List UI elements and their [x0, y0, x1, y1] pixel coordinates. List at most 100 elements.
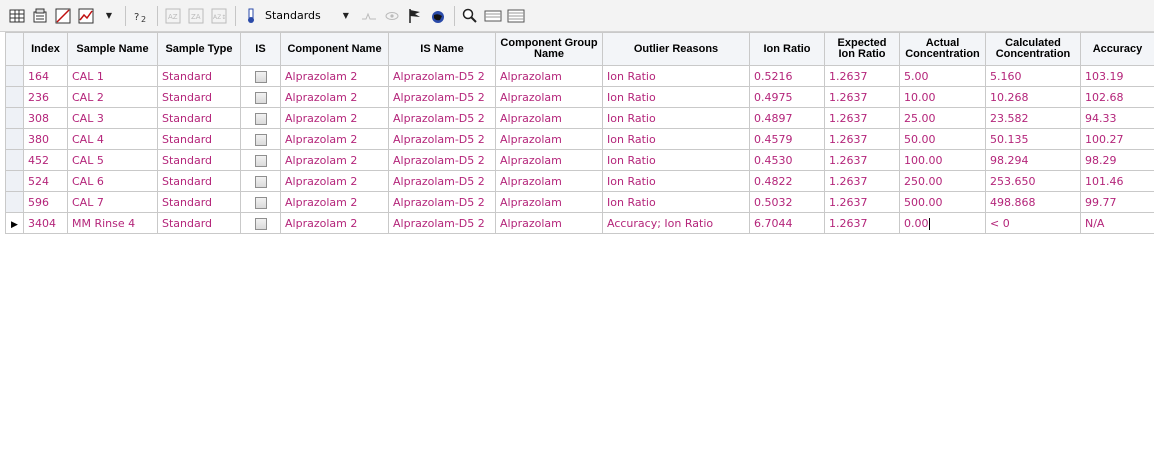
- cell-expected-ion-ratio[interactable]: 1.2637: [824, 86, 900, 108]
- table-row[interactable]: 308 CAL 3 Standard Alprazolam 2 Alprazolam-D…: [5, 107, 1154, 129]
- cell-component-group[interactable]: Alprazolam: [495, 128, 603, 150]
- is-checkbox[interactable]: [254, 196, 267, 209]
- table-row[interactable]: 164 CAL 1 Standard Alprazolam 2 Alprazolam-D…: [5, 65, 1154, 87]
- cell-sample-type[interactable]: Standard: [157, 86, 241, 108]
- cell-component-group[interactable]: Alprazolam: [495, 212, 603, 234]
- za-sort-icon[interactable]: ZA: [185, 5, 207, 27]
- cell-index[interactable]: 452: [23, 149, 68, 171]
- cell-component-name[interactable]: Alprazolam 2: [280, 212, 389, 234]
- cell-is[interactable]: [240, 107, 281, 129]
- column-header-is-name[interactable]: IS Name: [388, 32, 496, 66]
- cell-is-name[interactable]: Alprazolam-D5 2: [388, 86, 496, 108]
- cell-outlier-reasons[interactable]: Ion Ratio: [602, 128, 750, 150]
- is-checkbox[interactable]: [254, 133, 267, 146]
- is-checkbox[interactable]: [254, 175, 267, 188]
- cell-sample-name[interactable]: CAL 4: [67, 128, 158, 150]
- cell-is-name[interactable]: Alprazolam-D5 2: [388, 128, 496, 150]
- is-checkbox[interactable]: [254, 91, 267, 104]
- column-header-accuracy[interactable]: Accuracy: [1080, 32, 1154, 66]
- flask-icon[interactable]: [240, 5, 262, 27]
- cell-is[interactable]: [240, 191, 281, 213]
- cell-component-name[interactable]: Alprazolam 2: [280, 191, 389, 213]
- cell-component-group[interactable]: Alprazolam: [495, 107, 603, 129]
- column-header-expected-ion-ratio[interactable]: Expected Ion Ratio: [824, 32, 900, 66]
- cell-component-group[interactable]: Alprazolam: [495, 170, 603, 192]
- cell-sample-type[interactable]: Standard: [157, 212, 241, 234]
- cell-sample-name[interactable]: CAL 6: [67, 170, 158, 192]
- cell-ion-ratio[interactable]: 6.7044: [749, 212, 825, 234]
- cell-index[interactable]: 236: [23, 86, 68, 108]
- cell-accuracy[interactable]: 94.33: [1080, 107, 1154, 129]
- cell-sample-type[interactable]: Standard: [157, 107, 241, 129]
- cell-accuracy[interactable]: 102.68: [1080, 86, 1154, 108]
- cell-outlier-reasons[interactable]: Ion Ratio: [602, 191, 750, 213]
- cell-index[interactable]: 308: [23, 107, 68, 129]
- cell-calculated-concentration[interactable]: 5.160: [985, 65, 1081, 87]
- cell-accuracy[interactable]: 103.19: [1080, 65, 1154, 87]
- is-checkbox[interactable]: [254, 112, 267, 125]
- cell-is[interactable]: [240, 149, 281, 171]
- list-view-icon[interactable]: [505, 5, 527, 27]
- column-header-is[interactable]: IS: [240, 32, 281, 66]
- row-selector[interactable]: [5, 149, 24, 171]
- cell-sample-name[interactable]: CAL 3: [67, 107, 158, 129]
- calculator-icon[interactable]: [29, 5, 51, 27]
- is-checkbox[interactable]: [254, 154, 267, 167]
- cell-component-name[interactable]: Alprazolam 2: [280, 86, 389, 108]
- cell-actual-concentration[interactable]: 10.00: [899, 86, 986, 108]
- cell-calculated-concentration[interactable]: 50.135: [985, 128, 1081, 150]
- cell-is[interactable]: [240, 86, 281, 108]
- cell-component-name[interactable]: Alprazolam 2: [280, 65, 389, 87]
- cell-index[interactable]: 380: [23, 128, 68, 150]
- cell-actual-concentration[interactable]: 250.00: [899, 170, 986, 192]
- cell-calculated-concentration[interactable]: 253.650: [985, 170, 1081, 192]
- cell-is[interactable]: [240, 128, 281, 150]
- row-selector[interactable]: [5, 128, 24, 150]
- table-row[interactable]: ▶ 3404 MM Rinse 4 Standard Alprazolam 2 Alpra…: [5, 212, 1154, 234]
- cell-component-group[interactable]: Alprazolam: [495, 149, 603, 171]
- cell-outlier-reasons[interactable]: Ion Ratio: [602, 170, 750, 192]
- cell-component-group[interactable]: Alprazolam: [495, 191, 603, 213]
- cell-sample-type[interactable]: Standard: [157, 128, 241, 150]
- cell-accuracy[interactable]: 100.27: [1080, 128, 1154, 150]
- cell-expected-ion-ratio[interactable]: 1.2637: [824, 149, 900, 171]
- is-checkbox[interactable]: [254, 217, 267, 230]
- cell-actual-concentration[interactable]: 100.00: [899, 149, 986, 171]
- cell-index[interactable]: 164: [23, 65, 68, 87]
- cell-expected-ion-ratio[interactable]: 1.2637: [824, 128, 900, 150]
- cell-outlier-reasons[interactable]: Ion Ratio: [602, 149, 750, 171]
- cell-calculated-concentration[interactable]: < 0: [985, 212, 1081, 234]
- column-header-ion-ratio[interactable]: Ion Ratio: [749, 32, 825, 66]
- cell-expected-ion-ratio[interactable]: 1.2637: [824, 191, 900, 213]
- cell-is-name[interactable]: Alprazolam-D5 2: [388, 191, 496, 213]
- cell-ion-ratio[interactable]: 0.4897: [749, 107, 825, 129]
- cell-sample-type[interactable]: Standard: [157, 149, 241, 171]
- row-selector[interactable]: [5, 65, 24, 87]
- cell-is[interactable]: [240, 65, 281, 87]
- formula-icon[interactable]: ? 2: [130, 5, 152, 27]
- row-selector[interactable]: [5, 107, 24, 129]
- cell-sample-name[interactable]: CAL 7: [67, 191, 158, 213]
- zoom-icon[interactable]: [459, 5, 481, 27]
- row-selector[interactable]: [5, 86, 24, 108]
- cell-calculated-concentration[interactable]: 98.294: [985, 149, 1081, 171]
- cell-sample-name[interactable]: MM Rinse 4: [67, 212, 158, 234]
- cell-sample-name[interactable]: CAL 2: [67, 86, 158, 108]
- cell-ion-ratio[interactable]: 0.5216: [749, 65, 825, 87]
- cell-outlier-reasons[interactable]: Accuracy; Ion Ratio: [602, 212, 750, 234]
- cell-is[interactable]: [240, 212, 281, 234]
- cell-actual-concentration[interactable]: 500.00: [899, 191, 986, 213]
- eye-icon[interactable]: [381, 5, 403, 27]
- column-header-index[interactable]: Index: [23, 32, 68, 66]
- cell-component-group[interactable]: Alprazolam: [495, 65, 603, 87]
- cell-component-name[interactable]: Alprazolam 2: [280, 149, 389, 171]
- cell-expected-ion-ratio[interactable]: 1.2637: [824, 65, 900, 87]
- cell-index[interactable]: 524: [23, 170, 68, 192]
- cell-component-name[interactable]: Alprazolam 2: [280, 107, 389, 129]
- cell-actual-concentration[interactable]: 50.00: [899, 128, 986, 150]
- cell-sample-name[interactable]: CAL 1: [67, 65, 158, 87]
- cell-sample-type[interactable]: Standard: [157, 191, 241, 213]
- table-row[interactable]: 380 CAL 4 Standard Alprazolam 2 Alprazolam-D…: [5, 128, 1154, 150]
- cell-sample-type[interactable]: Standard: [157, 65, 241, 87]
- cell-component-name[interactable]: Alprazolam 2: [280, 128, 389, 150]
